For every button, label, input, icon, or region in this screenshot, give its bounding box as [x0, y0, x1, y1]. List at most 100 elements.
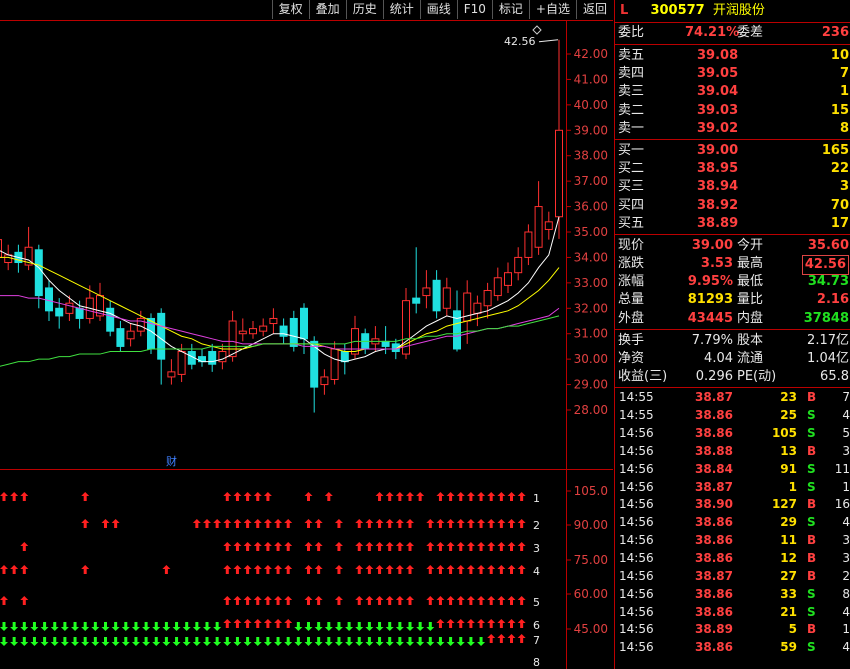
down-arrow-icon: [101, 637, 110, 646]
bid-level-4[interactable]: 买四 38.92 70: [615, 197, 850, 215]
tick-row: 14:56 38.86 12 B 3: [615, 550, 850, 568]
bid-level-2[interactable]: 买二 38.95 22: [615, 160, 850, 178]
tick-volume: 29: [780, 515, 797, 530]
toolbar-button-0[interactable]: 复权: [271, 0, 309, 19]
up-arrow-icon: [263, 619, 272, 628]
candle-body: [34, 249, 43, 297]
toolbar-button-7[interactable]: +自选: [528, 0, 576, 19]
y-tick-label: 39.00: [574, 123, 608, 137]
tick-price: 38.86: [695, 515, 733, 530]
ma-line: [0, 216, 560, 363]
candle-body: [126, 330, 135, 340]
diamond-icon: [532, 25, 542, 35]
quote-value: 9.95%: [687, 274, 733, 290]
level-price: 39.04: [697, 84, 739, 100]
up-arrow-icon: [223, 519, 232, 528]
up-arrow-icon: [395, 519, 404, 528]
up-arrow-icon: [101, 519, 110, 528]
level-volume: 7: [839, 66, 849, 82]
up-arrow-icon: [507, 519, 516, 528]
up-arrow-icon: [81, 565, 90, 574]
ask-level-4[interactable]: 卖二 39.03 15: [615, 102, 850, 120]
down-arrow-icon: [294, 622, 303, 631]
up-arrow-icon: [487, 619, 496, 628]
up-arrow-icon: [0, 565, 8, 574]
max-price-pointer: [538, 39, 559, 43]
up-arrow-icon: [497, 542, 506, 551]
fund-value: 0.296: [695, 369, 733, 385]
level-price: 38.92: [697, 197, 739, 213]
candle-body: [269, 317, 278, 325]
toolbar-button-6[interactable]: 标记: [491, 0, 529, 19]
bid-level-3[interactable]: 买三 38.94 3: [615, 178, 850, 196]
up-arrow-icon: [284, 542, 293, 551]
up-arrow-icon: [162, 565, 171, 574]
down-arrow-icon: [192, 637, 201, 646]
up-arrow-icon: [324, 492, 333, 501]
up-arrow-icon: [487, 634, 496, 643]
up-arrow-icon: [487, 542, 496, 551]
candle-body: [289, 317, 298, 347]
down-arrow-icon: [395, 637, 404, 646]
tick-price: 38.86: [695, 550, 733, 565]
ask-level-5[interactable]: 卖一 39.02 8: [615, 120, 850, 138]
tick-side: S: [807, 515, 816, 530]
level-volume: 1: [839, 84, 849, 100]
toolbar-button-5[interactable]: F10: [456, 0, 492, 19]
ask-level-3[interactable]: 卖三 39.04 1: [615, 83, 850, 101]
candle-body: [493, 277, 502, 297]
up-arrow-icon: [477, 519, 486, 528]
up-arrow-icon: [375, 542, 384, 551]
toolbar-button-3[interactable]: 统计: [382, 0, 420, 19]
toolbar-button-2[interactable]: 历史: [345, 0, 383, 19]
ask-level-1[interactable]: 卖五 39.08 10: [615, 47, 850, 65]
quote-value: 3.53: [700, 256, 733, 272]
bid-level-5[interactable]: 买五 38.89 17: [615, 215, 850, 233]
y-tick-label: 29.00: [574, 378, 608, 392]
up-arrow-icon: [456, 565, 465, 574]
fund-value: 4.04: [704, 351, 733, 366]
up-arrow-icon: [507, 492, 516, 501]
y-tick-label: 42.00: [574, 47, 608, 61]
kline-chart[interactable]: 42.00 41.00 40.00 39.00 38.00 37.00 36.00 35.00…: [0, 0, 613, 669]
tick-time: 14:56: [619, 640, 654, 655]
up-arrow-icon: [436, 492, 445, 501]
stock-header: L 300577 开润股份: [615, 0, 850, 23]
toolbar-button-8[interactable]: 返回: [575, 0, 613, 19]
quote-value: 34.73: [807, 274, 849, 290]
signal-row-label: 4: [533, 565, 540, 578]
up-arrow-icon: [334, 542, 343, 551]
tick-side: B: [807, 443, 817, 458]
up-arrow-icon: [284, 519, 293, 528]
toolbar-button-4[interactable]: 画线: [419, 0, 457, 19]
indicator-tick-label: 45.00: [574, 622, 608, 636]
fundamental-stats: 换手 7.79% 股本 2.17亿 净资 4.04 流通 1.04亿 收益(三) 0.296 PE(…: [615, 330, 850, 389]
candle-body: [483, 289, 492, 307]
up-arrow-icon: [0, 596, 8, 605]
up-arrow-icon: [487, 492, 496, 501]
ask-level-2[interactable]: 卖四 39.05 7: [615, 65, 850, 83]
toolbar-button-1[interactable]: 叠加: [308, 0, 346, 19]
tick-volume: 23: [780, 390, 797, 405]
tick-time: 14:56: [619, 461, 654, 476]
candle-body: [259, 325, 268, 332]
up-arrow-icon: [365, 519, 374, 528]
up-arrow-icon: [253, 519, 262, 528]
down-arrow-icon: [365, 637, 374, 646]
down-arrow-icon: [416, 622, 425, 631]
down-arrow-icon: [152, 637, 161, 646]
bid-level-1[interactable]: 买一 39.00 165: [615, 142, 850, 160]
down-arrow-icon: [131, 637, 140, 646]
level-volume: 17: [830, 215, 849, 231]
up-arrow-icon: [192, 519, 201, 528]
up-arrow-icon: [426, 519, 435, 528]
down-arrow-icon: [385, 637, 394, 646]
up-arrow-icon: [436, 619, 445, 628]
up-arrow-icon: [20, 542, 29, 551]
down-arrow-icon: [81, 622, 90, 631]
down-arrow-icon: [40, 622, 49, 631]
up-arrow-icon: [507, 542, 516, 551]
tick-list[interactable]: 14:55 38.87 23 B 7 14:55 38.86 25 S 4 14:56 38.86 10…: [615, 388, 850, 657]
up-arrow-icon: [233, 492, 242, 501]
up-arrow-icon: [477, 619, 486, 628]
